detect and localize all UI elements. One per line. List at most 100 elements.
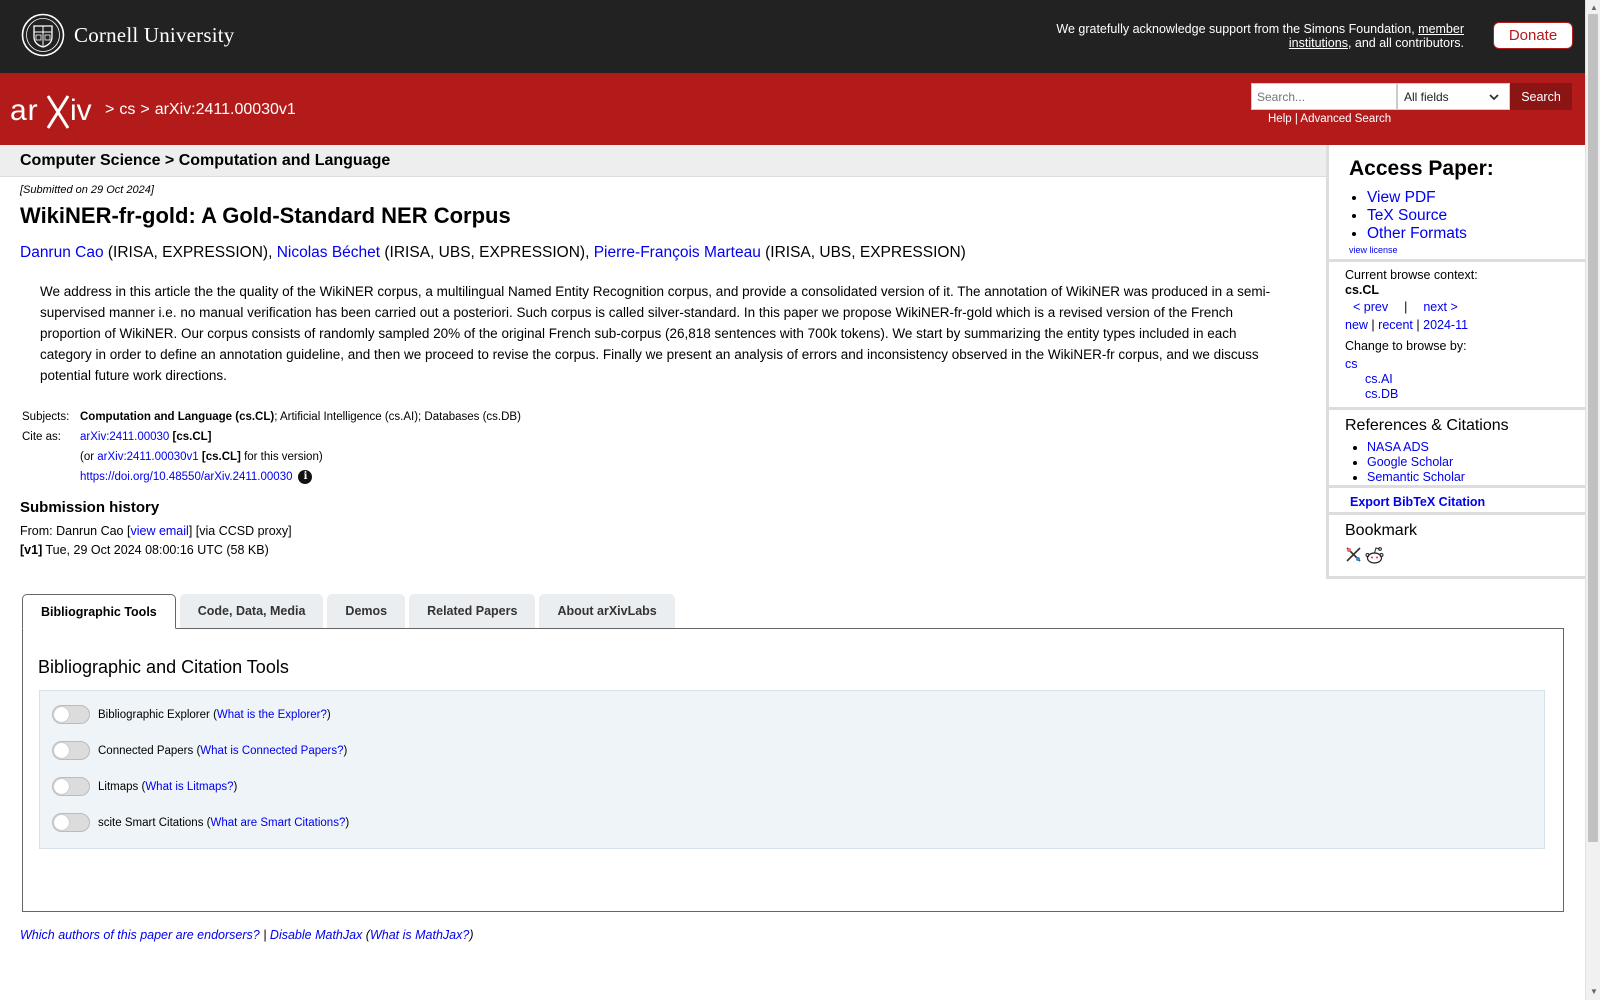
author-affiliation: (IRISA, UBS, EXPRESSION) <box>760 244 966 261</box>
next-link[interactable]: next > <box>1423 300 1457 314</box>
donate-button[interactable]: Donate <box>1493 22 1573 49</box>
toggle-row-explorer: Bibliographic Explorer (What is the Expl… <box>52 705 331 724</box>
view-email-link[interactable]: view email <box>130 524 188 538</box>
scroll-up-arrow-icon[interactable]: ▲ <box>1590 3 1598 12</box>
tab-demos[interactable]: Demos <box>327 594 406 628</box>
toggle-list: Bibliographic Explorer (What is the Expl… <box>39 690 1545 849</box>
help-link[interactable]: Help <box>1268 113 1292 125</box>
bibsonomy-icon[interactable] <box>1345 546 1362 563</box>
browse-context-label: Current browse context: <box>1345 268 1478 282</box>
cornell-logo[interactable]: Cornell University <box>21 13 235 57</box>
nasa-ads-link[interactable]: NASA ADS <box>1367 440 1429 454</box>
search-input[interactable] <box>1251 83 1397 110</box>
tab-panel: Bibliographic and Citation Tools Bibliog… <box>22 628 1564 912</box>
search-button[interactable]: Search <box>1510 83 1572 110</box>
submission-from: From: Danrun Cao [view email] [via CCSD … <box>20 524 292 538</box>
scrollbar-thumb[interactable] <box>1588 14 1598 842</box>
references-links: NASA ADS Google Scholar Semantic Scholar <box>1367 440 1465 485</box>
subjects-label: Subjects: <box>22 411 70 423</box>
view-pdf-link[interactable]: View PDF <box>1367 189 1436 206</box>
reddit-icon[interactable] <box>1365 546 1384 565</box>
what-is-mathjax-link[interactable]: What is MathJax? <box>370 928 469 942</box>
author-link[interactable]: Nicolas Béchet <box>277 244 380 261</box>
cite-label: Cite as: <box>22 431 61 443</box>
bookmark-icons <box>1345 546 1384 565</box>
what-is-explorer-link[interactable]: What is the Explorer? <box>217 709 327 721</box>
browse-cs-link[interactable]: cs <box>1345 357 1358 371</box>
category-subheader: Computer Science > Computation and Langu… <box>0 145 1326 177</box>
google-scholar-link[interactable]: Google Scholar <box>1367 455 1453 469</box>
cornell-seal-icon <box>21 13 65 57</box>
cornell-wordmark: Cornell University <box>74 22 235 47</box>
browse-cs-db-link[interactable]: cs.DB <box>1365 387 1398 401</box>
breadcrumb: > cs > arXiv:2411.00030v1 <box>105 101 296 119</box>
cite-version-link[interactable]: arXiv:2411.00030v1 <box>97 451 198 463</box>
toggle-row-connected-papers: Connected Papers (What is Connected Pape… <box>52 741 347 760</box>
tab-bibliographic-tools[interactable]: Bibliographic Tools <box>22 594 176 629</box>
what-is-connected-papers-link[interactable]: What is Connected Papers? <box>200 745 343 757</box>
panel-title: Bibliographic and Citation Tools <box>38 657 289 677</box>
right-sidebar: Access Paper: View PDF TeX Source Other … <box>1326 145 1585 579</box>
tab-related-papers[interactable]: Related Papers <box>409 594 536 628</box>
tab-code-data-media[interactable]: Code, Data, Media <box>179 594 324 628</box>
recent-link[interactable]: recent <box>1378 318 1413 332</box>
connected-papers-toggle[interactable] <box>52 741 90 760</box>
submission-history-title: Submission history <box>20 499 160 516</box>
author-list: Danrun Cao (IRISA, EXPRESSION), Nicolas … <box>20 244 966 262</box>
subjects-row: Subjects: Computation and Language (cs.C… <box>20 410 521 424</box>
prev-link[interactable]: < prev <box>1353 300 1388 314</box>
export-bibtex-link[interactable]: Export BibTeX Citation <box>1350 495 1485 509</box>
metadata-table: Subjects: Computation and Language (cs.C… <box>20 410 521 490</box>
svg-text:iv: iv <box>70 94 92 127</box>
search-field-select[interactable]: All fields <box>1397 83 1510 110</box>
footer-links: Which authors of this paper are endorser… <box>20 928 474 942</box>
svg-text:ar: ar <box>10 94 39 127</box>
new-link[interactable]: new <box>1345 318 1368 332</box>
arxiv-logo[interactable]: ar iv <box>10 92 102 135</box>
scite-toggle[interactable] <box>52 813 90 832</box>
author-link[interactable]: Danrun Cao <box>20 244 104 261</box>
month-link[interactable]: 2024-11 <box>1423 318 1468 332</box>
author-affiliation: (IRISA, UBS, EXPRESSION), <box>380 244 594 261</box>
bibliographic-explorer-toggle[interactable] <box>52 705 90 724</box>
doi-row: https://doi.org/10.48550/arXiv.2411.0003… <box>20 470 521 484</box>
category-title: Computer Science > Computation and Langu… <box>20 152 391 169</box>
author-affiliation: (IRISA, EXPRESSION), <box>103 244 277 261</box>
version-v1: [v1] Tue, 29 Oct 2024 08:00:16 UTC (58 K… <box>20 543 269 557</box>
other-formats-link[interactable]: Other Formats <box>1367 225 1467 242</box>
disable-mathjax-link[interactable]: Disable MathJax <box>270 928 362 942</box>
endorsers-link[interactable]: Which authors of this paper are endorser… <box>20 928 260 942</box>
paper-title: WikiNER-fr-gold: A Gold-Standard NER Cor… <box>20 203 511 228</box>
breadcrumb-sep: > <box>105 101 115 118</box>
scroll-down-arrow-icon[interactable]: ▼ <box>1590 987 1598 996</box>
breadcrumb-sep: > <box>140 101 150 118</box>
arxiv-logo-icon: ar iv <box>10 94 92 129</box>
browse-cs-ai-link[interactable]: cs.AI <box>1365 372 1393 386</box>
subjects-value: Computation and Language (cs.CL); Artifi… <box>80 411 521 423</box>
advanced-search-link[interactable]: Advanced Search <box>1300 113 1391 125</box>
access-paper-title: Access Paper: <box>1349 157 1494 180</box>
abstract: We address in this article the the quali… <box>40 284 1271 383</box>
search-help-links: Help | Advanced Search <box>1268 113 1392 125</box>
browse-context-value: cs.CL <box>1345 283 1380 297</box>
doi-link[interactable]: https://doi.org/10.48550/arXiv.2411.0003… <box>80 471 292 483</box>
semantic-scholar-link[interactable]: Semantic Scholar <box>1367 470 1465 484</box>
references-title: References & Citations <box>1345 417 1509 434</box>
labs-tabs: Bibliographic Tools Code, Data, Media De… <box>22 594 675 629</box>
tab-about-arxivlabs[interactable]: About arXivLabs <box>539 594 675 628</box>
what-are-smart-citations-link[interactable]: What are Smart Citations? <box>210 817 345 829</box>
toggle-row-litmaps: Litmaps (What is Litmaps?) <box>52 777 237 796</box>
page-scrollbar[interactable]: ▲ ▼ <box>1585 0 1600 1000</box>
info-icon[interactable]: i <box>298 470 313 484</box>
author-link[interactable]: Pierre-François Marteau <box>594 244 761 261</box>
cite-id-link[interactable]: arXiv:2411.00030 <box>80 431 169 443</box>
bookmark-title: Bookmark <box>1345 522 1418 539</box>
tex-source-link[interactable]: TeX Source <box>1367 207 1447 224</box>
cornell-top-bar: Cornell University We gratefully acknowl… <box>0 0 1585 73</box>
litmaps-toggle[interactable] <box>52 777 90 796</box>
view-license-link[interactable]: view license <box>1349 245 1398 255</box>
access-links: View PDF TeX Source Other Formats <box>1367 189 1467 243</box>
what-is-litmaps-link[interactable]: What is Litmaps? <box>145 781 233 793</box>
breadcrumb-paper-id: arXiv:2411.00030v1 <box>154 101 296 118</box>
breadcrumb-cs[interactable]: cs <box>119 101 135 119</box>
